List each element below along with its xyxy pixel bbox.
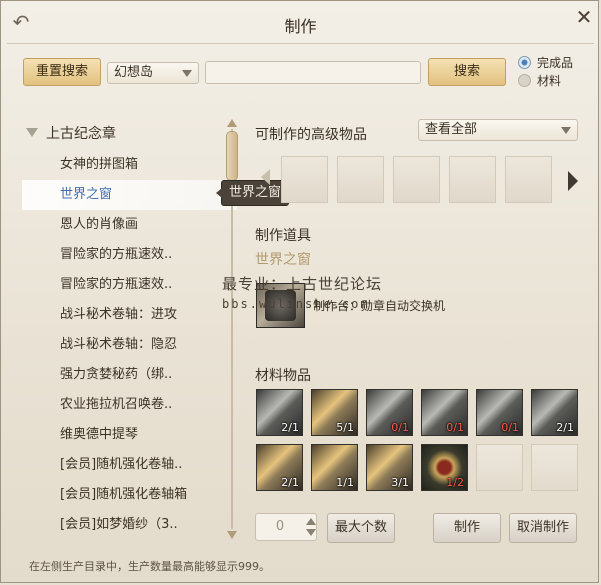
list-item[interactable]: 维奥德中提琴	[22, 420, 237, 450]
material-slot[interactable]: 1/2	[421, 444, 468, 491]
craft-button[interactable]: 制作	[433, 513, 501, 543]
material-quantity: 0/1	[391, 421, 409, 434]
list-item-selected[interactable]: 世界之窗	[22, 180, 237, 210]
quantity-value[interactable]: 0	[256, 514, 304, 540]
crafting-window: ↶ 制作 ✕ 重置搜索 幻想岛 搜索 完成品 材料 上古纪念章 女神的拼图箱 世…	[0, 0, 599, 583]
material-quantity: 0/1	[501, 421, 519, 434]
advanced-item-slot[interactable]	[337, 156, 384, 203]
increment-arrow-icon[interactable]	[306, 518, 316, 525]
empty-material-slot[interactable]	[531, 444, 578, 491]
material-quantity: 0/1	[446, 421, 464, 434]
material-slot[interactable]: 0/1	[366, 389, 413, 436]
item-tooltip: 世界之窗	[216, 180, 289, 206]
watermark-line1: 最专业：上古世纪论坛	[222, 275, 383, 293]
material-slot[interactable]: 0/1	[476, 389, 523, 436]
material-slot[interactable]: 0/1	[421, 389, 468, 436]
radio-finished-product[interactable]	[518, 56, 531, 69]
quantity-stepper[interactable]: 0	[255, 513, 317, 541]
view-filter-select[interactable]: 查看全部	[418, 119, 578, 141]
chevron-down-icon	[182, 70, 192, 77]
material-slot[interactable]: 3/1	[366, 444, 413, 491]
advanced-item-slot[interactable]	[393, 156, 440, 203]
search-button[interactable]: 搜索	[428, 58, 506, 86]
close-icon[interactable]: ✕	[572, 5, 596, 29]
workbench-label: 制作台：勋章自动交换机	[313, 299, 446, 313]
advanced-item-slot[interactable]	[281, 156, 328, 203]
material-quantity: 2/1	[556, 421, 574, 434]
radio-materials[interactable]	[518, 74, 531, 87]
radio-finished-product-label[interactable]: 完成品	[537, 54, 573, 71]
recipe-list: 上古纪念章 女神的拼图箱 世界之窗 恩人的肖像画 冒险家的方瓶速效.. 冒险家的…	[22, 113, 240, 543]
material-quantity: 3/1	[391, 476, 409, 489]
next-arrow-icon[interactable]	[568, 171, 578, 191]
empty-material-slot[interactable]	[476, 444, 523, 491]
material-slot[interactable]: 2/1	[256, 444, 303, 491]
collapse-triangle-icon[interactable]	[26, 128, 38, 137]
scroll-up-arrow-icon[interactable]	[227, 119, 237, 127]
region-select[interactable]: 幻想岛	[107, 62, 199, 84]
decrement-arrow-icon[interactable]	[306, 529, 316, 536]
list-item[interactable]: 战斗秘术卷轴：进攻	[22, 300, 237, 330]
list-item[interactable]: 强力贪婪秘药（绑..	[22, 360, 237, 390]
chevron-down-icon	[561, 127, 571, 134]
list-item[interactable]: 恩人的肖像画	[22, 210, 237, 240]
material-slot[interactable]: 2/1	[256, 389, 303, 436]
max-quantity-button[interactable]: 最大个数	[327, 513, 395, 543]
scroll-down-arrow-icon[interactable]	[227, 531, 237, 539]
cancel-craft-button[interactable]: 取消制作	[509, 513, 577, 543]
material-slot[interactable]: 5/1	[311, 389, 358, 436]
view-filter-value: 查看全部	[425, 122, 478, 137]
radio-materials-label[interactable]: 材料	[537, 72, 561, 89]
list-item[interactable]: 冒险家的方瓶速效..	[22, 270, 237, 300]
selected-item-name: 世界之窗	[255, 252, 311, 268]
list-item[interactable]: 女神的拼图箱	[22, 150, 237, 180]
list-item[interactable]: 战斗秘术卷轴：隐忍	[22, 330, 237, 360]
prev-arrow-icon[interactable]	[261, 169, 270, 185]
title-bar: ↶ 制作 ✕	[1, 1, 600, 45]
material-quantity: 1/2	[446, 476, 464, 489]
scrollbar-thumb[interactable]	[226, 131, 238, 181]
title-divider	[7, 43, 594, 44]
advanced-items-label: 可制作的高级物品	[255, 127, 367, 143]
category-header[interactable]: 上古纪念章	[46, 123, 116, 143]
material-quantity: 2/1	[281, 476, 299, 489]
material-quantity: 5/1	[336, 421, 354, 434]
material-slot[interactable]: 2/1	[531, 389, 578, 436]
list-item[interactable]: 冒险家的方瓶速效..	[22, 240, 237, 270]
search-input[interactable]	[205, 61, 421, 84]
material-quantity: 1/1	[336, 476, 354, 489]
list-item[interactable]: [会员]如梦婚纱（3..	[22, 510, 237, 540]
footer-note: 在左侧生产目录中，生产数量最高能够显示999。	[29, 560, 270, 573]
advanced-item-slot[interactable]	[449, 156, 496, 203]
list-item[interactable]: [会员]随机强化卷轴箱	[22, 480, 237, 510]
material-quantity: 2/1	[281, 421, 299, 434]
reset-search-button[interactable]: 重置搜索	[23, 58, 101, 86]
material-slot[interactable]: 1/1	[311, 444, 358, 491]
region-select-value: 幻想岛	[114, 65, 154, 80]
list-item[interactable]: [会员]随机强化卷轴..	[22, 450, 237, 480]
advanced-item-slot[interactable]	[505, 156, 552, 203]
tools-label: 制作道具	[255, 228, 311, 244]
window-title: 制作	[284, 17, 317, 36]
list-item[interactable]: 农业拖拉机召唤卷..	[22, 390, 237, 420]
materials-label: 材料物品	[255, 368, 311, 384]
